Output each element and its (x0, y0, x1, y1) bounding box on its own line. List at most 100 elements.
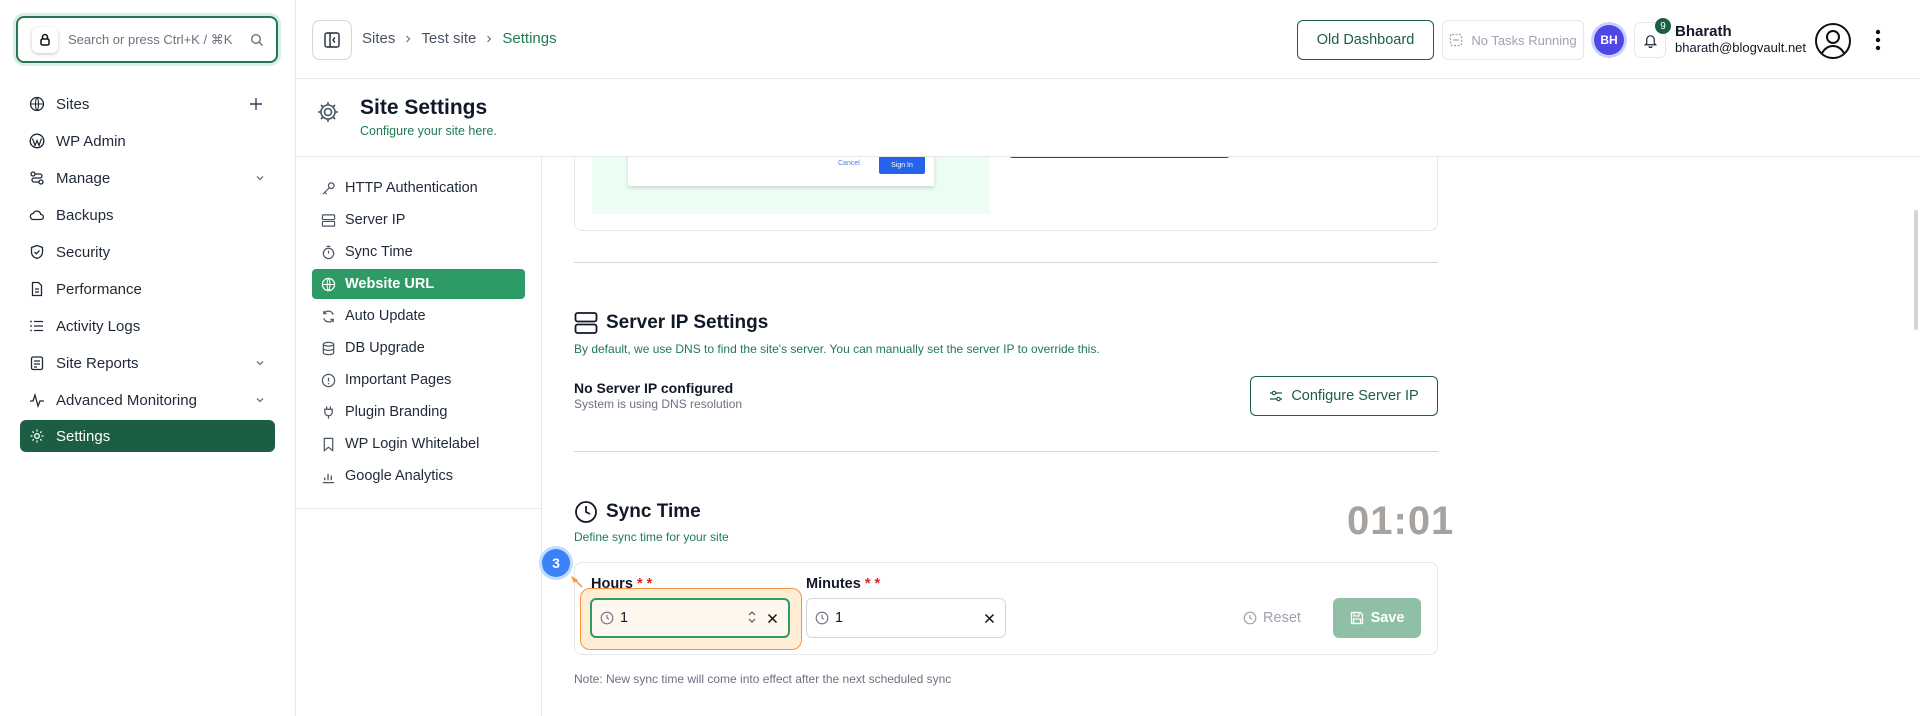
chevron-right-icon (403, 34, 413, 44)
breadcrumb: Sites Test site Settings (362, 30, 557, 47)
settings-nav-label: Important Pages (345, 372, 452, 388)
minutes-input[interactable] (835, 610, 945, 626)
document-icon (28, 280, 46, 298)
divider (574, 262, 1438, 263)
collapse-sidebar-button[interactable] (312, 20, 352, 60)
sidebar-item-security[interactable]: Security (20, 236, 275, 268)
refresh-icon (320, 308, 336, 324)
settings-nav-db-upgrade[interactable]: DB Upgrade (312, 333, 525, 363)
notification-count-badge: 9 (1655, 18, 1671, 34)
chart-icon (320, 468, 336, 484)
search-input[interactable] (68, 32, 238, 47)
sidebar-item-label: Manage (56, 169, 111, 187)
settings-nav-important-pages[interactable]: Important Pages (312, 365, 525, 395)
settings-nav-label: Website URL (345, 276, 435, 292)
divider (296, 508, 542, 509)
chevron-down-icon[interactable] (255, 395, 265, 405)
sidebar-item-label: Security (56, 243, 111, 261)
report-icon (28, 354, 46, 372)
settings-nav-http-authentication[interactable]: HTTP Authentication (312, 173, 525, 203)
avatar[interactable]: BH (1594, 25, 1624, 55)
sidebar-item-advanced-monitoring[interactable]: Advanced Monitoring (20, 384, 275, 416)
preview-sign-in-button: Sign In (879, 156, 925, 174)
chevron-down-icon[interactable] (255, 173, 265, 183)
save-button[interactable]: Save (1333, 598, 1421, 638)
step-badge: 3 (542, 549, 570, 577)
sidebar-item-manage[interactable]: Manage (20, 162, 275, 194)
save-icon (1350, 611, 1364, 625)
more-menu-icon[interactable] (1875, 29, 1881, 51)
stepper-icon[interactable] (748, 610, 756, 624)
settings-nav-plugin-branding[interactable]: Plugin Branding (312, 397, 525, 427)
configure-server-ip-button[interactable]: Configure Server IP (1250, 376, 1438, 416)
old-dashboard-button[interactable]: Old Dashboard (1297, 20, 1434, 60)
clock-icon (574, 500, 598, 524)
scrollbar-thumb[interactable] (1914, 210, 1918, 330)
settings-nav-label: Sync Time (345, 244, 413, 260)
sidebar-item-label: Advanced Monitoring (56, 391, 197, 409)
chevron-down-icon[interactable] (255, 358, 265, 368)
settings-nav-google-analytics[interactable]: Google Analytics (312, 461, 525, 491)
breadcrumb-sites[interactable]: Sites (362, 30, 395, 47)
reset-button[interactable]: Reset (1233, 598, 1311, 638)
sidebar-item-wp-admin[interactable]: WP Admin (20, 125, 275, 157)
arrow-icon (570, 576, 586, 590)
hours-input-field[interactable] (590, 598, 790, 638)
configure-server-ip-label: Configure Server IP (1291, 388, 1419, 404)
breadcrumb-settings: Settings (502, 30, 557, 47)
plug-icon (320, 404, 336, 420)
user-profile-icon[interactable] (1814, 22, 1852, 60)
sidebar-item-activity-logs[interactable]: Activity Logs (20, 310, 275, 342)
server-icon (574, 311, 598, 335)
user-name: Bharath (1675, 23, 1732, 40)
add-site-icon[interactable] (249, 97, 263, 111)
pulse-icon (28, 391, 46, 409)
sidebar-item-label: Backups (56, 206, 114, 224)
tasks-status-button[interactable]: No Tasks Running (1442, 20, 1584, 60)
settings-nav-server-ip[interactable]: Server IP (312, 205, 525, 235)
settings-nav-label: DB Upgrade (345, 340, 425, 356)
search-box[interactable] (16, 16, 278, 63)
settings-nav-label: Plugin Branding (345, 404, 448, 420)
sync-time-clock: 01:01 (1347, 499, 1455, 543)
search-icon[interactable] (250, 33, 264, 47)
sidebar-item-settings[interactable]: Settings (20, 420, 275, 452)
server-icon (320, 212, 336, 228)
sidebar-item-label: Sites (56, 95, 90, 113)
bookmark-icon (320, 436, 336, 452)
manage-icon (28, 169, 46, 187)
close-icon[interactable] (984, 613, 995, 624)
preview-cancel-link: Cancel (838, 160, 860, 167)
save-label: Save (1370, 610, 1405, 626)
page-subtitle: Configure your site here. (360, 124, 497, 138)
sidebar-item-sites[interactable]: Sites (20, 88, 275, 120)
close-icon[interactable] (767, 613, 778, 624)
server-ip-title: Server IP Settings (606, 312, 769, 333)
sidebar-item-backups[interactable]: Backups (20, 199, 275, 231)
server-ip-status: No Server IP configured (574, 380, 734, 396)
sidebar-item-performance[interactable]: Performance (20, 273, 275, 305)
settings-nav-wp-login-whitelabel[interactable]: WP Login Whitelabel (312, 429, 525, 459)
sidebar-item-site-reports[interactable]: Site Reports (20, 347, 275, 379)
breadcrumb-test-site[interactable]: Test site (421, 30, 476, 47)
minutes-label-text: Minutes (806, 576, 861, 592)
hours-input[interactable] (620, 610, 730, 626)
shield-icon (28, 243, 46, 261)
settings-nav-sync-time[interactable]: Sync Time (312, 237, 525, 267)
clock-icon (600, 611, 614, 625)
reset-label: Reset (1263, 610, 1301, 626)
settings-nav-label: Auto Update (345, 308, 426, 324)
server-ip-description: By default, we use DNS to find the site'… (574, 342, 1100, 356)
settings-nav-auto-update[interactable]: Auto Update (312, 301, 525, 331)
info-icon (320, 372, 336, 388)
settings-nav-website-url[interactable]: Website URL (312, 269, 525, 299)
timer-icon (320, 244, 336, 260)
lock-icon (32, 27, 58, 53)
sliders-icon (1269, 389, 1283, 403)
sidebar-item-label: Activity Logs (56, 317, 141, 335)
settings-nav-label: Server IP (345, 212, 406, 228)
minutes-input-field[interactable] (806, 598, 1006, 638)
chevron-right-icon (484, 34, 494, 44)
sidebar-item-label: Performance (56, 280, 142, 298)
server-ip-status-sub: System is using DNS resolution (574, 397, 743, 411)
